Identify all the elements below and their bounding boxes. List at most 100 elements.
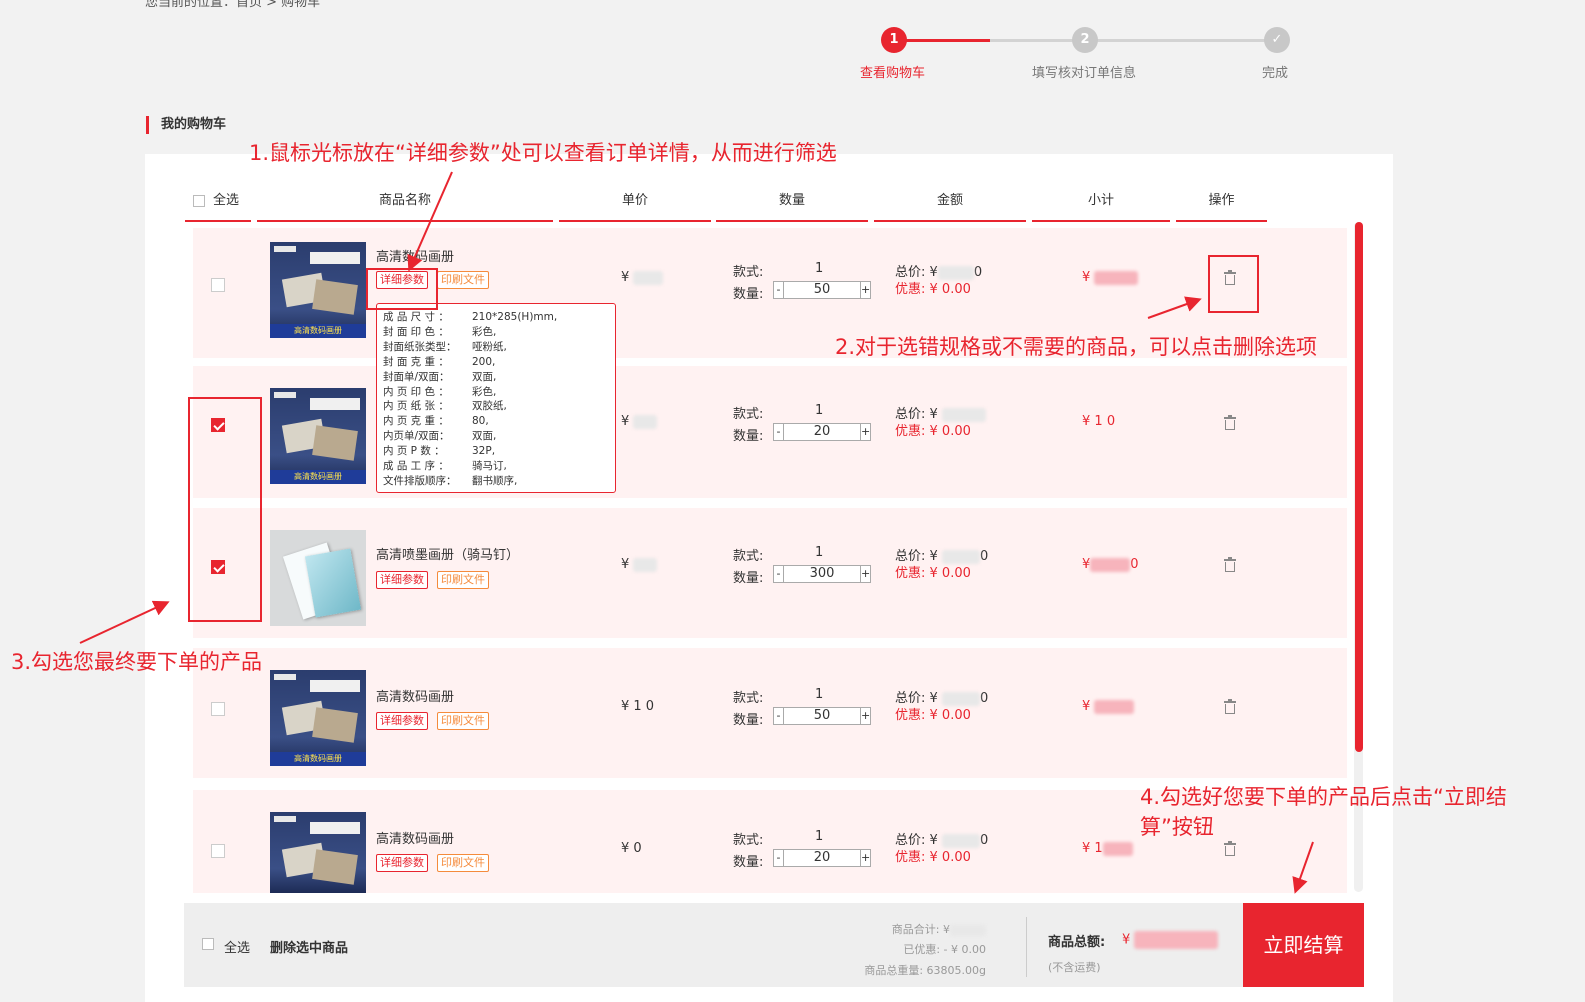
param-key: 内页单/双面： <box>383 430 450 443</box>
unit-price: ¥ <box>621 270 664 285</box>
quantity-input[interactable]: 50 <box>784 282 860 298</box>
header-select-all[interactable]: 全选 <box>185 190 251 222</box>
popover-row: 封面纸张类型： 哑粉纸, <box>383 340 609 355</box>
header-price: 单价 <box>559 190 711 222</box>
minus-button[interactable]: - <box>774 850 784 866</box>
subtotal-tail: 1 0 <box>1094 414 1116 429</box>
quantity-stepper[interactable]: -300 + <box>773 565 871 583</box>
goods-sum-label: 商品合计: ¥ <box>891 923 950 936</box>
param-value: 80, <box>472 415 489 428</box>
plus-button[interactable]: + <box>860 708 870 724</box>
trash-icon[interactable] <box>1224 415 1236 430</box>
freight-note: (不含运费) <box>1048 961 1101 974</box>
delete-selected-link[interactable]: 删除选中商品 <box>270 937 348 956</box>
quantity-stepper[interactable]: -50 + <box>773 281 871 299</box>
step-1-label: 查看购物车 <box>860 66 926 81</box>
step-line-done <box>894 39 990 42</box>
scrollbar-thumb[interactable] <box>1355 222 1363 752</box>
param-value: 210*285(H)mm, <box>472 311 558 323</box>
blurred-value <box>1134 931 1219 949</box>
currency: ¥ <box>1082 841 1091 856</box>
footer-select-all-label[interactable]: 全选 <box>224 937 250 956</box>
product-name[interactable]: 高清数码画册 <box>376 686 454 705</box>
quantity-stepper[interactable]: -20 + <box>773 849 871 867</box>
unit-price: ¥ <box>621 414 658 429</box>
footer-select-all-checkbox[interactable] <box>202 938 214 950</box>
discount-value: ¥ 0.00 <box>929 850 971 865</box>
quantity-input[interactable]: 20 <box>784 424 860 440</box>
product-name[interactable]: 高清数码画册 <box>376 246 454 265</box>
annotation-4-line-1: 4.勾选好您要下单的产品后点击“立即结 <box>1140 785 1507 809</box>
plus-button[interactable]: + <box>860 282 870 298</box>
price-text: ¥ <box>621 557 630 572</box>
price-text: ¥ <box>621 270 630 285</box>
header-name: 商品名称 <box>257 190 553 222</box>
print-file-tag[interactable]: 印刷文件 <box>437 854 489 872</box>
param-value: 翻书顺序, <box>472 474 518 487</box>
product-thumbnail[interactable] <box>270 812 366 893</box>
qty-label: 数量: <box>733 571 764 586</box>
minus-button[interactable]: - <box>774 282 784 298</box>
product-thumbnail[interactable]: 高清数码画册 <box>270 388 366 484</box>
print-file-tag[interactable]: 印刷文件 <box>437 571 489 589</box>
progress-steps: 1 2 ✓ 查看购物车 填写核对订单信息 完成 <box>860 24 1320 84</box>
total-weight: 商品总重量: 63805.00g <box>864 964 986 977</box>
unit-price: ¥ <box>621 557 658 572</box>
style-label: 款式: <box>733 691 764 706</box>
minus-button[interactable]: - <box>774 708 784 724</box>
row-checkbox[interactable] <box>211 278 225 292</box>
select-all-checkbox[interactable] <box>193 194 205 207</box>
style-value: 1 <box>815 403 824 418</box>
blurred-value <box>1102 841 1133 856</box>
trash-icon[interactable] <box>1224 841 1236 856</box>
select-all-label: 全选 <box>213 193 240 208</box>
popover-row: 内 页 P 数 ： 32P, <box>383 444 609 459</box>
detail-params-tag[interactable]: 详细参数 <box>376 571 428 589</box>
total-tail: 0 <box>973 265 983 280</box>
quantity-input[interactable]: 300 <box>784 566 860 582</box>
step-3-label: 完成 <box>1262 66 1289 81</box>
detail-params-tag[interactable]: 详细参数 <box>376 854 428 872</box>
popover-row: 内 页 纸 张 ： 双胶纸, <box>383 399 609 414</box>
plus-button[interactable]: + <box>860 424 870 440</box>
header-qty: 数量 <box>716 190 868 222</box>
plus-button[interactable]: + <box>860 566 870 582</box>
param-value: 双面, <box>472 430 497 443</box>
product-name[interactable]: 高清数码画册 <box>376 828 454 847</box>
print-file-tag[interactable]: 印刷文件 <box>437 271 489 289</box>
minus-button[interactable]: - <box>774 566 784 582</box>
style-value: 1 <box>815 687 824 702</box>
currency: ¥ <box>1082 699 1091 714</box>
trash-icon[interactable] <box>1224 557 1236 572</box>
blurred-value <box>1094 270 1139 285</box>
trash-icon[interactable] <box>1224 699 1236 714</box>
quantity-input[interactable]: 20 <box>784 850 860 866</box>
blurred-value <box>950 924 986 936</box>
product-thumbnail[interactable] <box>270 530 366 626</box>
total-tail: 0 <box>979 691 989 706</box>
popover-row: 封面单/双面： 双面, <box>383 370 609 385</box>
unit-price: ¥ 1 0 <box>621 699 654 714</box>
row-checkbox[interactable] <box>211 844 225 858</box>
print-file-tag[interactable]: 印刷文件 <box>437 712 489 730</box>
minus-button[interactable]: - <box>774 424 784 440</box>
checkout-button[interactable]: 立即结算 <box>1243 903 1364 987</box>
product-thumbnail[interactable]: 高清数码画册 <box>270 670 366 766</box>
quantity-stepper[interactable]: -20 + <box>773 423 871 441</box>
style-label: 款式: <box>733 549 764 564</box>
param-key: 封 面 印 色 ： <box>383 325 449 338</box>
product-name[interactable]: 高清喷墨画册（骑马钉） <box>376 544 519 563</box>
quantity-input[interactable]: 50 <box>784 708 860 724</box>
qty-label: 数量: <box>733 287 764 302</box>
product-thumbnail[interactable]: 高清数码画册 <box>270 242 366 338</box>
plus-button[interactable]: + <box>860 850 870 866</box>
discount: 优惠: ¥ 0.00 <box>895 846 971 865</box>
step-line-todo <box>990 39 1282 42</box>
detail-params-tag[interactable]: 详细参数 <box>376 712 428 730</box>
row-checkbox[interactable] <box>211 702 225 716</box>
quantity-stepper[interactable]: -50 + <box>773 707 871 725</box>
param-value: 彩色, <box>472 325 497 338</box>
annotation-1: 1.鼠标光标放在“详细参数”处可以查看订单详情，从而进行筛选 <box>249 141 837 165</box>
step-2-label: 填写核对订单信息 <box>1032 66 1137 81</box>
popover-row: 内 页 克 重 ： 80, <box>383 414 609 429</box>
